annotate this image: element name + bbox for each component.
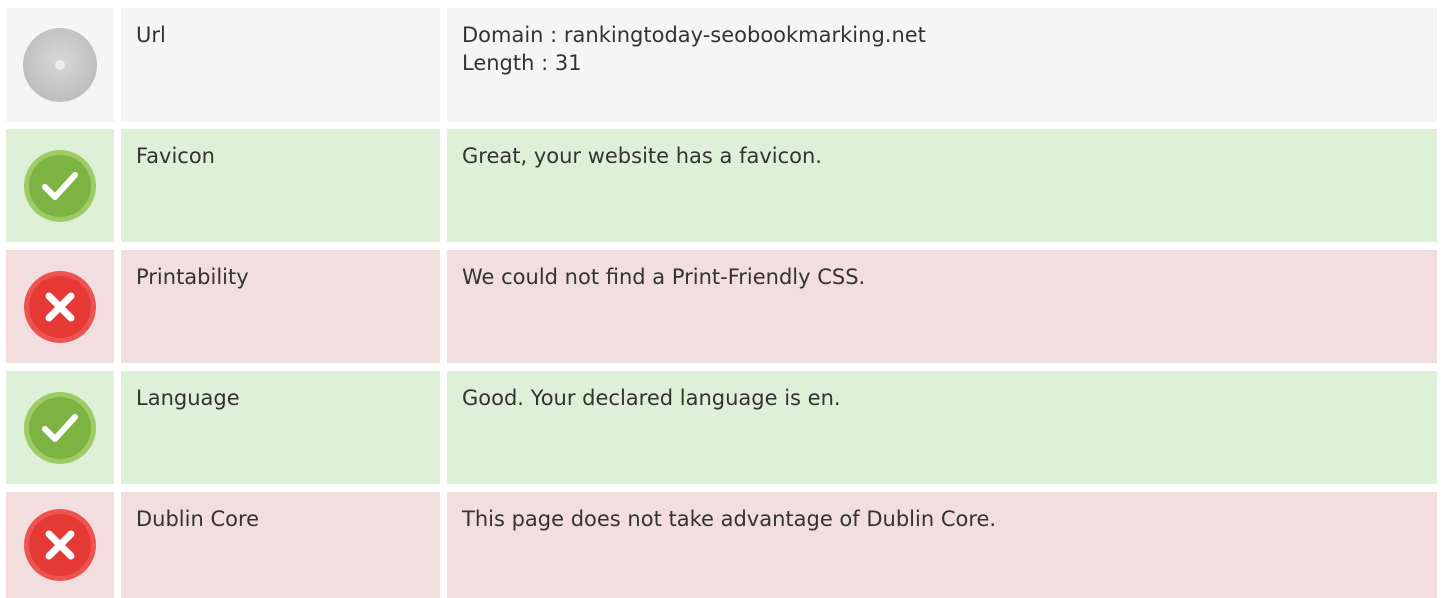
report-row-url: Url Domain : rankingtoday-seobookmarking… <box>0 8 1450 122</box>
cross-icon <box>23 270 97 344</box>
checkmark-icon <box>23 391 97 465</box>
report-row-language: Language Good. Your declared language is… <box>0 371 1450 484</box>
row-label: Language <box>121 371 440 484</box>
status-icon-cell <box>6 250 114 363</box>
row-label: Favicon <box>121 129 440 242</box>
status-icon-cell <box>6 8 114 122</box>
dublin-core-message: This page does not take advantage of Dub… <box>462 507 997 531</box>
status-icon-cell <box>6 129 114 242</box>
row-label: Dublin Core <box>121 492 440 598</box>
row-value: We could not find a Print-Friendly CSS. <box>447 250 1437 363</box>
checkmark-icon <box>23 149 97 223</box>
report-row-printability: Printability We could not find a Print-F… <box>0 250 1450 363</box>
report-row-dublin-core: Dublin Core This page does not take adva… <box>0 492 1450 598</box>
circle-icon <box>23 28 97 102</box>
seo-report-table: Url Domain : rankingtoday-seobookmarking… <box>0 0 1450 598</box>
cross-icon <box>23 508 97 582</box>
favicon-message: Great, your website has a favicon. <box>462 144 822 168</box>
status-icon-cell <box>6 371 114 484</box>
status-icon-cell <box>6 492 114 598</box>
row-value: Good. Your declared language is en. <box>447 371 1437 484</box>
row-value: This page does not take advantage of Dub… <box>447 492 1437 598</box>
row-value: Great, your website has a favicon. <box>447 129 1437 242</box>
length-text: Length : 31 <box>462 51 582 75</box>
report-row-favicon: Favicon Great, your website has a favico… <box>0 129 1450 242</box>
printability-message: We could not find a Print-Friendly CSS. <box>462 265 866 289</box>
domain-text: Domain : rankingtoday-seobookmarking.net <box>462 23 926 47</box>
language-message: Good. Your declared language is en. <box>462 386 841 410</box>
row-label: Url <box>121 8 440 122</box>
row-value: Domain : rankingtoday-seobookmarking.net… <box>447 8 1437 122</box>
row-label: Printability <box>121 250 440 363</box>
